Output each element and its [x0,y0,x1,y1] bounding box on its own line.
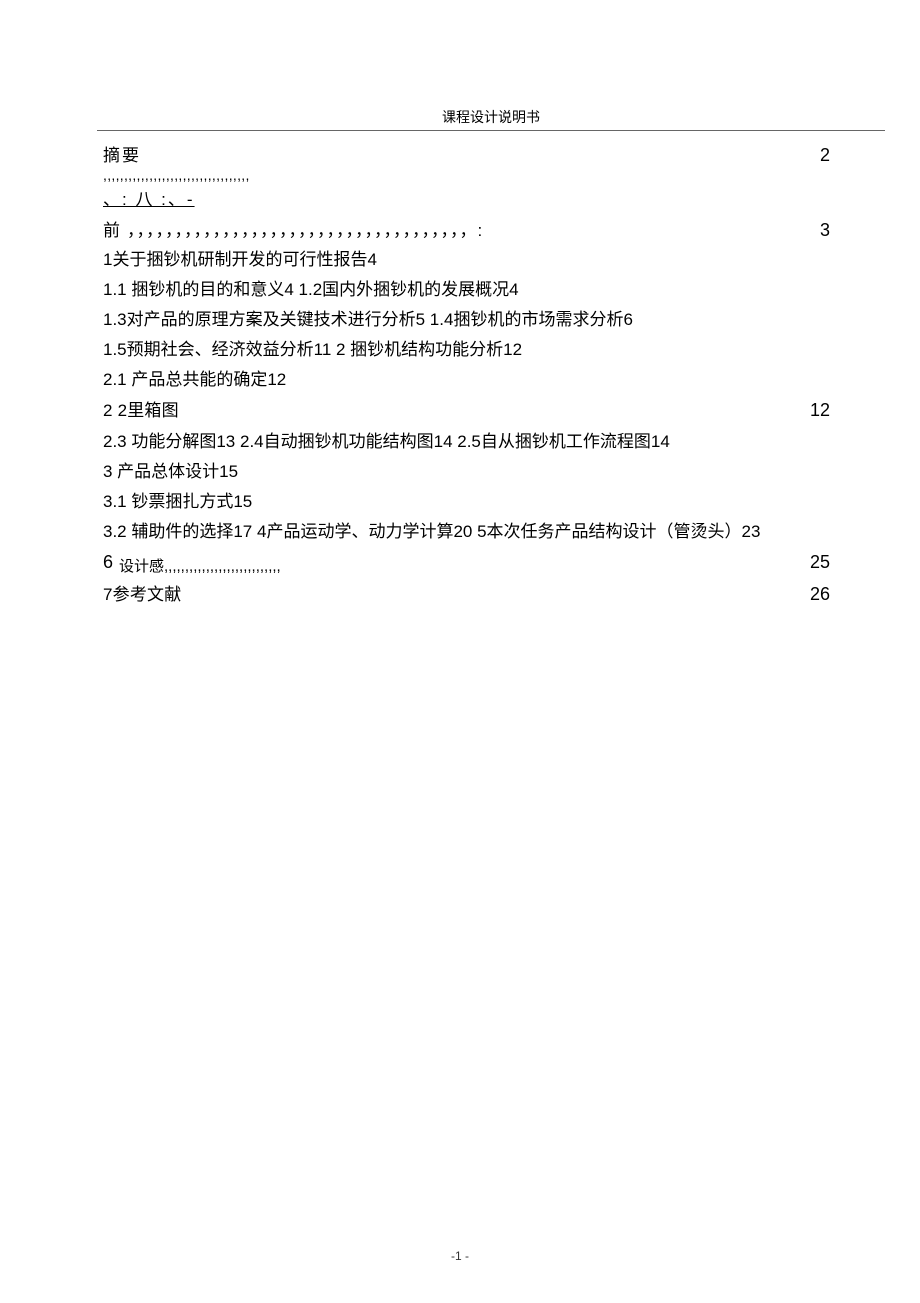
abstract-page: 2 [800,144,830,166]
toc-row-11-num: 6 [103,547,113,577]
toc-row-10: 3.2 辅助件的选择17 4产品运动学、动力学计算20 5本次任务产品结构设计（… [103,517,830,547]
toc-preface-row: 前，，，，，，，，，，，，，，，，，，，，，，，，，，，，，，，，，，，，: 3 [103,216,830,245]
header-title: 课程设计说明书 [97,107,885,131]
toc-row-1: 1关于捆钞机研制开发的可行性报告4 [103,245,830,275]
toc-abstract-row: 摘要 2 [103,144,830,167]
toc-row-11: 6 设计感,,,,,,,,,,,,,,,,,,,,,,,,,,,, 25 [103,547,830,579]
footer-page-number: -1 - [0,1249,920,1263]
toc-row-5: 2.1 产品总共能的确定12 [103,365,830,395]
toc-row-6: 2 2里箱图 12 [103,395,830,426]
document-page: 课程设计说明书 摘要 2 ,,,,,,,,,,,,,,,,,,,,,,,,,,,… [0,0,920,610]
toc-row-11-page: 25 [800,547,830,577]
preface-text: 前，，，，，，，，，，，，，，，，，，，，，，，，，，，，，，，，，，，，: [103,217,483,245]
toc-row-2: 1.1 捆钞机的目的和意义4 1.2国内外捆钞机的发展概况4 [103,275,830,305]
toc-row-6-page: 12 [800,395,830,425]
toc-row-12-label: 7参考文献 [103,580,181,610]
toc-row-7: 2.3 功能分解图13 2.4自动捆钞机功能结构图14 2.5自从捆钞机工作流程… [103,427,830,457]
toc-row-6-label: 2 2里箱图 [103,396,179,426]
toc-row-8: 3 产品总体设计15 [103,457,830,487]
toc-row-9: 3.1 钞票捆扎方式15 [103,487,830,517]
toc-row-11-text: 6 设计感,,,,,,,,,,,,,,,,,,,,,,,,,,,, [103,547,281,579]
abstract-quotes: ,,,,,,,,,,,,,,,,,,,,,,,,,,,,,,,,,,, [103,169,830,181]
toc-row-12: 7参考文献 26 [103,579,830,610]
toc-row-3: 1.3对产品的原理方案及关键技术进行分析5 1.4捆钞机的市场需求分析6 [103,305,830,335]
toc-underline-row: 、: 八 :、- [103,185,830,210]
toc-row-11-label: 设计感,,,,,,,,,,,,,,,,,,,,,,,,,,,, [119,552,281,582]
preface-page: 3 [812,216,830,244]
toc-row-12-page: 26 [800,579,830,609]
toc-row-4: 1.5预期社会、经济效益分析11 2 捆钞机结构功能分析12 [103,335,830,365]
abstract-label: 摘要 [103,145,141,167]
